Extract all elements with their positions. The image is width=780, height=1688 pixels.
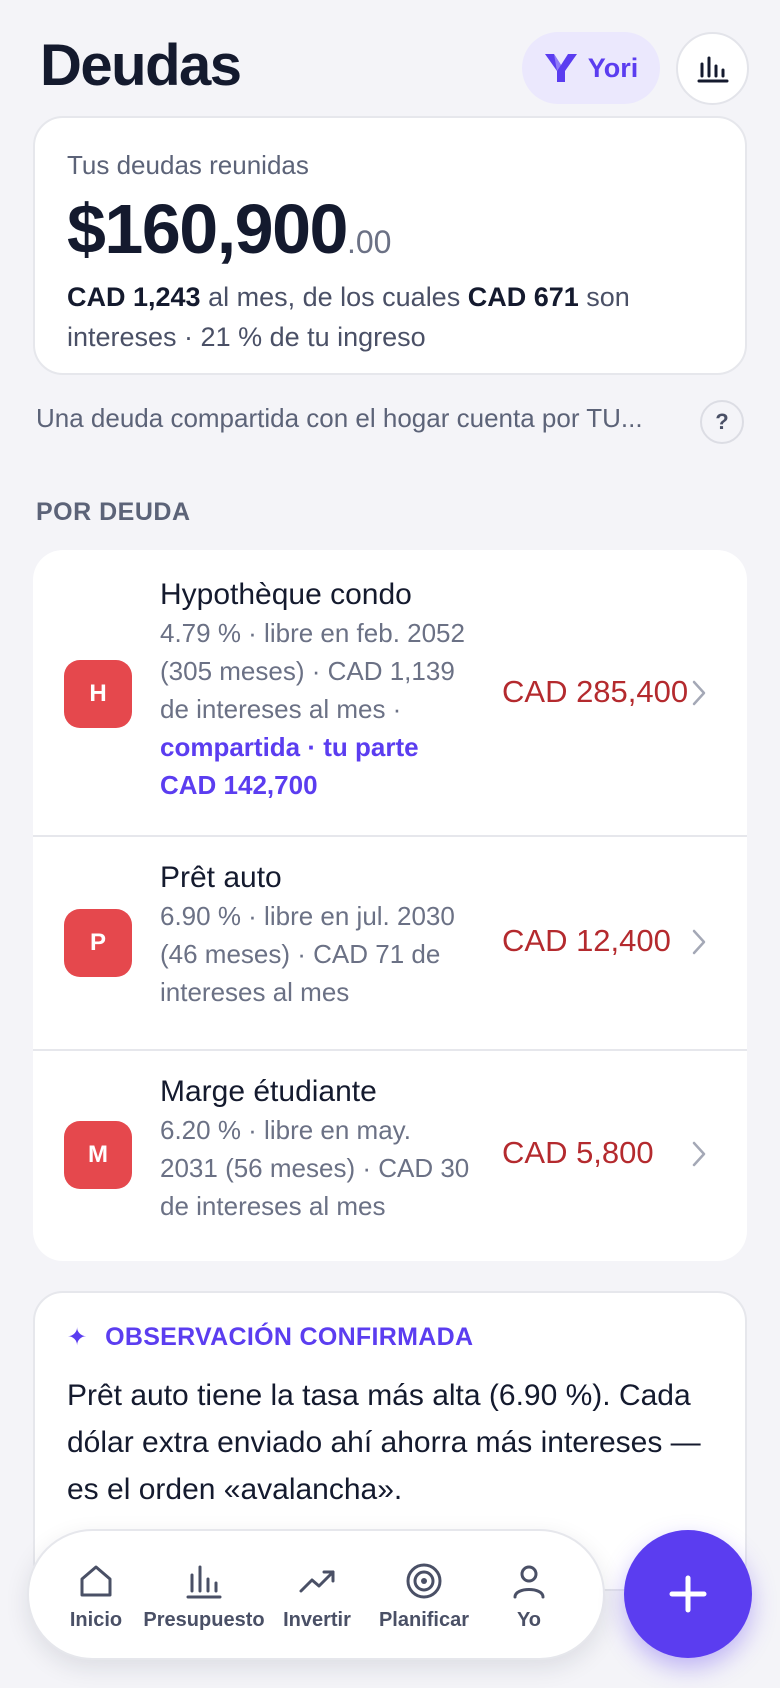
shared-debt-note[interactable]: Una deuda compartida con el hogar cuenta… [36,403,676,434]
observation-text: Prêt auto tiene la tasa más alta (6.90 %… [67,1379,701,1506]
nav-item-invertir[interactable]: Invertir [267,1531,367,1662]
bottom-nav: Inicio Presupuesto Invertir Planificar Y… [27,1529,605,1660]
plus-icon [669,1575,707,1613]
debt-summary-card: Tus deudas reunidas $160,900 .00 CAD 1,2… [33,116,747,375]
yori-label: Yori [587,52,639,83]
debt-meta: 6.90 % · libre en jul. 2030 (46 meses) ·… [160,901,455,1007]
total-debt-cents: .00 [346,224,392,260]
monthly-payment: CAD 1,243 [67,282,201,312]
monthly-interest: CAD 671 [467,282,579,312]
trend-up-icon [299,1570,335,1593]
debt-amount: CAD 12,400 [502,923,671,958]
nav-item-inicio[interactable]: Inicio [51,1531,141,1662]
total-debt-main: $160,900 [67,190,348,268]
bar-chart-icon [186,1565,222,1599]
nav-item-planificar[interactable]: Planificar [367,1531,481,1662]
chevron-right-icon [692,680,706,706]
debt-info: Prêt auto 6.90 % · libre en jul. 2030 (4… [160,859,472,1011]
summary-label: Tus deudas reunidas [67,150,309,180]
debt-row[interactable]: H Hypothèque condo 4.79 % · libre en feb… [33,550,747,837]
header: Deudas Yori [0,0,780,120]
debt-avatar: P [64,909,132,977]
nav-label: Inicio [69,1609,123,1631]
debt-name: Marge étudiante [160,1075,377,1108]
help-button[interactable]: ? [700,400,744,444]
debt-avatar: H [64,660,132,728]
user-icon [513,1565,545,1599]
debt-meta: 6.20 % · libre en may. 2031 (56 meses) ·… [160,1115,470,1221]
nav-label: Presupuesto [143,1609,265,1631]
debt-row[interactable]: P Prêt auto 6.90 % · libre en jul. 2030 … [33,837,747,1051]
section-title: POR DEUDA [36,498,191,526]
home-icon [80,1565,112,1597]
monthly-text: al mes, de los cuales [200,282,468,312]
total-debt-amount: $160,900 .00 [67,189,713,269]
yori-logo-icon [544,54,577,82]
sparkle-icon: ✦ [67,1324,88,1351]
page-title: Deudas [40,33,242,98]
add-button[interactable] [624,1530,752,1658]
observation-header: ✦ OBSERVACIÓN CONFIRMADA [67,1323,713,1352]
debt-amount: CAD 285,400 [502,674,689,709]
debt-info: Hypothèque condo 4.79 % · libre en feb. … [160,576,472,804]
chevron-right-icon [692,1141,706,1167]
nav-label: Planificar [378,1609,470,1631]
nav-item-yo[interactable]: Yo [489,1531,569,1662]
target-icon [406,1563,442,1599]
nav-item-presupuesto[interactable]: Presupuesto [141,1531,267,1662]
yori-button[interactable]: Yori [522,32,660,104]
debt-list: H Hypothèque condo 4.79 % · libre en feb… [33,550,747,1261]
debt-name: Hypothèque condo [160,578,412,611]
nav-label: Invertir [283,1609,351,1631]
stats-button[interactable] [676,32,749,105]
debt-name: Prêt auto [160,861,282,894]
debt-info: Marge étudiante 6.20 % · libre en may. 2… [160,1073,472,1225]
debt-meta: 4.79 % · libre en feb. 2052 (305 meses) … [160,618,465,724]
debt-row[interactable]: M Marge étudiante 6.20 % · libre en may.… [33,1051,747,1261]
debt-amount: CAD 5,800 [502,1135,654,1170]
bar-chart-icon [697,56,728,82]
debt-share: compartida · tu parte CAD 142,700 [160,732,419,800]
nav-label: Yo [516,1609,542,1631]
summary-detail: CAD 1,243 al mes, de los cuales CAD 671 … [67,277,713,357]
debt-avatar: M [64,1121,132,1189]
chevron-right-icon [692,929,706,955]
observation-title: OBSERVACIÓN CONFIRMADA [105,1323,474,1351]
